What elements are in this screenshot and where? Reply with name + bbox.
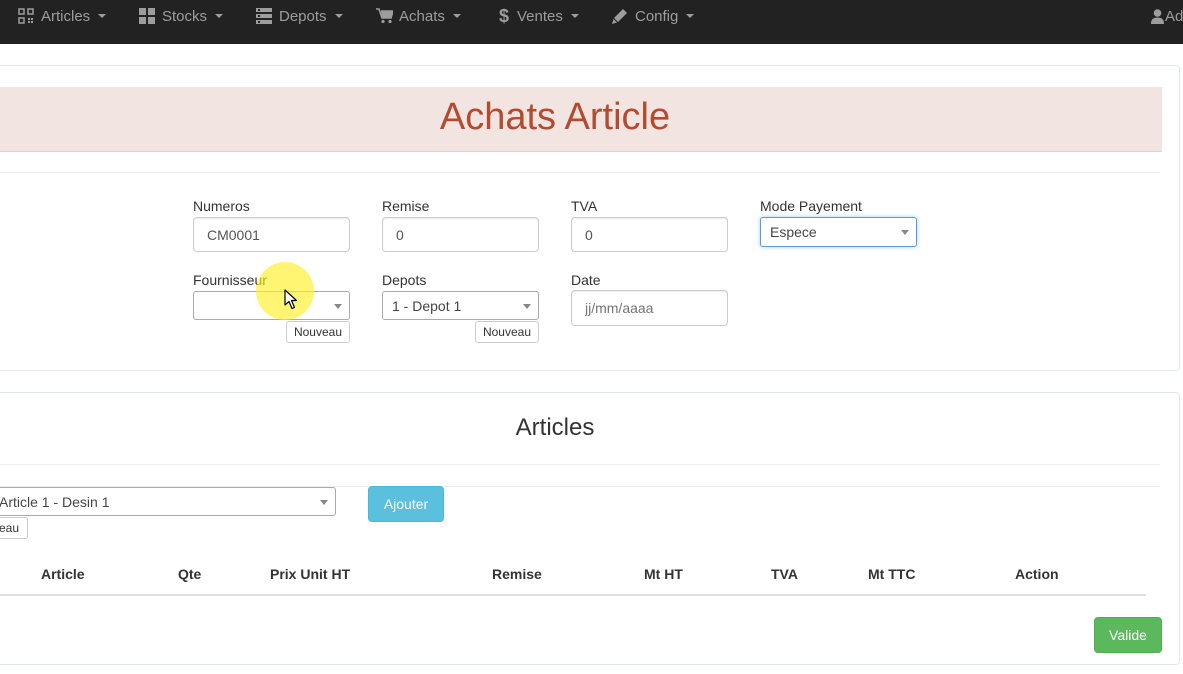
chevron-down-icon: [320, 499, 328, 505]
article-select[interactable]: Article 1 - Desin 1: [0, 487, 336, 516]
date-input[interactable]: [571, 290, 728, 326]
nav-achats-label: Achats: [399, 7, 445, 25]
nav-articles-label: Articles: [41, 7, 91, 25]
column-header-qte: Qte: [178, 566, 202, 582]
chevron-down-icon: [98, 14, 107, 18]
chevron-down-icon: [570, 14, 579, 18]
tva-input[interactable]: 0: [571, 217, 728, 252]
dollar-icon: $: [498, 5, 509, 26]
remise-label: Remise: [382, 198, 430, 214]
chevron-down-icon: [215, 14, 224, 18]
article-select-value: Article 1 - Desin 1: [0, 493, 110, 510]
nav-depots[interactable]: Depots: [255, 0, 343, 32]
chevron-down-icon: [523, 303, 531, 309]
add-article-button[interactable]: Ajouter: [368, 486, 444, 522]
numeros-input[interactable]: CM0001: [193, 217, 350, 252]
mode-payement-value: Espece: [770, 224, 817, 240]
new-fournisseur-button[interactable]: Nouveau: [286, 321, 350, 343]
pencil-icon: [611, 7, 629, 25]
new-article-button[interactable]: eau: [0, 517, 28, 539]
nav-stocks-label: Stocks: [162, 7, 208, 25]
nav-ventes[interactable]: $ Ventes: [497, 0, 579, 32]
top-navbar: Articles Stocks Depots Achats $ Ventes C…: [0, 0, 1183, 44]
numeros-label: Numeros: [193, 198, 250, 214]
column-header-article: Article: [41, 566, 85, 582]
nav-config-label: Config: [635, 7, 679, 25]
validate-button[interactable]: Valide: [1094, 617, 1162, 653]
column-header-prix-unit-ht: Prix Unit HT: [270, 566, 351, 582]
grid-icon: [138, 7, 156, 25]
articles-title: Articles: [515, 414, 595, 441]
nav-stocks[interactable]: Stocks: [138, 0, 224, 32]
chevron-down-icon: [334, 303, 342, 309]
mouse-pointer-icon: [284, 289, 298, 310]
nav-articles[interactable]: Articles: [17, 0, 107, 32]
mode-payement-label: Mode Payement: [760, 198, 862, 214]
nav-user[interactable]: Ad: [1150, 0, 1183, 32]
date-label: Date: [571, 272, 601, 288]
remise-input[interactable]: 0: [382, 217, 539, 252]
column-header-action: Action: [1015, 566, 1059, 582]
cart-icon: [375, 7, 393, 25]
user-icon: [1150, 7, 1164, 25]
qrcode-icon: [17, 7, 35, 25]
chevron-down-icon: [334, 14, 343, 18]
divider: [0, 172, 1160, 173]
depots-value: 1 - Depot 1: [392, 297, 462, 314]
depots-label: Depots: [382, 272, 427, 288]
nav-user-label: Ad: [1165, 7, 1183, 25]
column-header-mt-ht: Mt HT: [644, 566, 683, 582]
nav-achats[interactable]: Achats: [375, 0, 461, 32]
chevron-down-icon: [452, 14, 461, 18]
divider: [0, 464, 1160, 465]
column-header-tva: TVA: [771, 566, 798, 582]
page-title: Achats Article: [439, 96, 671, 138]
table-header-border: [0, 594, 1146, 596]
nav-depots-label: Depots: [279, 7, 327, 25]
depots-select[interactable]: 1 - Depot 1: [382, 291, 539, 320]
nav-ventes-label: Ventes: [517, 7, 563, 25]
new-depot-button[interactable]: Nouveau: [475, 321, 539, 343]
server-icon: [255, 7, 273, 25]
mode-payement-select[interactable]: Espece: [760, 217, 917, 247]
chevron-down-icon: [901, 230, 909, 235]
column-header-mt-ttc: Mt TTC: [868, 566, 916, 582]
chevron-down-icon: [686, 14, 695, 18]
nav-config[interactable]: Config: [611, 0, 695, 32]
column-header-remise: Remise: [492, 566, 542, 582]
tva-label: TVA: [571, 198, 598, 214]
